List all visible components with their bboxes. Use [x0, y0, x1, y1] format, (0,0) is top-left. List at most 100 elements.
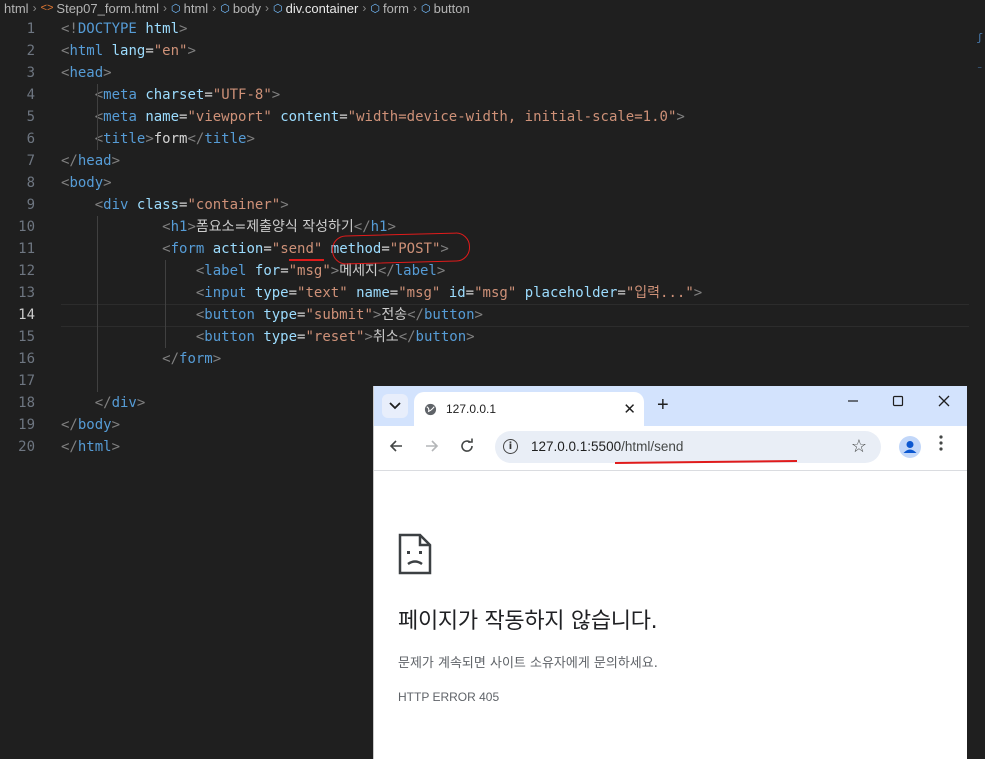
code-token: html: [77, 439, 112, 455]
browser-menu-button[interactable]: [939, 435, 943, 456]
browser-tab[interactable]: 127.0.0.1 ✕: [414, 392, 644, 426]
reload-button[interactable]: [459, 438, 475, 459]
line-number: 11: [18, 241, 35, 257]
code-token: "send": [271, 241, 323, 257]
code-line[interactable]: 1 <!DOCTYPE html>: [0, 18, 985, 40]
code-token: </: [353, 219, 371, 235]
code-token: html: [145, 21, 180, 37]
code-token: button: [415, 329, 467, 345]
code-token: >: [387, 219, 396, 235]
close-window-button[interactable]: [929, 394, 959, 411]
code-line[interactable]: 4 <meta charset="UTF-8">: [0, 84, 985, 106]
line-number: 15: [18, 329, 35, 345]
breadcrumb-item[interactable]: ⬡ button: [421, 1, 470, 16]
code-token: "입력...": [625, 285, 694, 301]
breadcrumb-item[interactable]: ⬡ form ›: [370, 1, 421, 16]
code-line[interactable]: 6 <title>form</title>: [0, 128, 985, 150]
code-line[interactable]: 14 <button type="submit">전송</button>: [0, 304, 985, 327]
line-number: 9: [26, 197, 35, 213]
code-token: "container": [187, 197, 281, 213]
breadcrumb-item[interactable]: ⬡ body ›: [220, 1, 273, 16]
chevron-right-icon: ›: [163, 1, 168, 15]
maximize-icon: [892, 395, 904, 407]
code-line[interactable]: 5 <meta name="viewport" content="width=d…: [0, 106, 985, 128]
code-token: type: [254, 285, 289, 301]
code-line[interactable]: 10 <h1>폼요소=제출양식 작성하기</h1>: [0, 216, 985, 238]
code-token: content: [280, 109, 340, 125]
code-token: >: [246, 131, 255, 147]
code-line[interactable]: 16 </form>: [0, 348, 985, 370]
code-token: 취소: [372, 329, 399, 345]
code-line[interactable]: 8 <body>: [0, 172, 985, 194]
code-token: <: [94, 197, 104, 213]
back-button[interactable]: [388, 438, 404, 459]
line-number: 19: [18, 417, 35, 433]
error-description: 문제가 계속되면 사이트 소유자에게 문의하세요.: [398, 656, 658, 671]
tab-close-button[interactable]: ✕: [623, 400, 636, 418]
maximize-button[interactable]: [883, 394, 913, 411]
code-token: <: [94, 87, 104, 103]
code-token: </: [377, 263, 395, 279]
code-token: </: [407, 307, 424, 323]
error-code: HTTP ERROR 405: [398, 690, 500, 704]
code-token: action: [212, 241, 264, 257]
code-token: "reset": [305, 329, 365, 345]
new-tab-button[interactable]: +: [657, 394, 669, 416]
code-token: type: [263, 329, 298, 345]
code-token: div: [111, 395, 137, 411]
profile-avatar-icon: [903, 441, 917, 453]
code-line[interactable]: 3 <head>: [0, 62, 985, 84]
code-token: DOCTYPE: [77, 21, 137, 37]
code-token: name: [145, 109, 180, 125]
breadcrumb-item[interactable]: ⬡ div.container ›: [273, 1, 370, 16]
code-token: <: [162, 241, 171, 257]
breadcrumb-item[interactable]: ⬡ html ›: [171, 1, 220, 16]
code-token: button: [204, 329, 255, 345]
code-token: <: [94, 109, 104, 125]
info-icon[interactable]: i: [503, 439, 518, 454]
html-file-icon: <>: [40, 2, 54, 14]
code-token: >: [111, 153, 121, 169]
code-line[interactable]: 9 <div class="container">: [0, 194, 985, 216]
code-line[interactable]: 12 <label for="msg">메세지</label>: [0, 260, 985, 282]
forward-button[interactable]: [424, 438, 440, 459]
code-token: form: [170, 241, 205, 257]
line-number: 2: [26, 43, 35, 59]
error-title: 페이지가 작동하지 않습니다.: [398, 609, 658, 634]
code-token: </: [162, 351, 180, 367]
address-bar[interactable]: i 127.0.0.1:5500/html/send ☆: [495, 431, 881, 463]
url-text[interactable]: 127.0.0.1:5500/html/send: [531, 439, 683, 454]
code-line[interactable]: 2 <html lang="en">: [0, 40, 985, 62]
code-token: "text": [297, 285, 348, 301]
code-line[interactable]: 15 <button type="reset">취소</button>: [0, 326, 985, 348]
bookmark-star-icon[interactable]: ☆: [851, 436, 867, 457]
code-token: =: [145, 43, 154, 59]
code-line[interactable]: 7 </head>: [0, 150, 985, 172]
code-token: "viewport": [187, 109, 272, 125]
tab-search-button[interactable]: [382, 394, 408, 418]
breadcrumb-item[interactable]: html ›: [4, 1, 41, 16]
line-number: 20: [18, 439, 35, 455]
code-text: </html>: [61, 436, 120, 458]
code-token: >: [187, 219, 196, 235]
globe-icon: [424, 403, 437, 416]
code-token: >: [103, 175, 112, 191]
breadcrumb-label: html: [183, 0, 209, 16]
code-token: >: [136, 395, 146, 411]
code-line[interactable]: 11 <form action="send" method="POST">: [0, 238, 985, 260]
code-token: >: [676, 109, 685, 125]
breadcrumb-item[interactable]: <> Step07_form.html ›: [41, 1, 171, 16]
profile-button[interactable]: [899, 436, 921, 458]
code-token: charset: [145, 87, 205, 103]
code-line[interactable]: 13 <input type="text" name="msg" id="msg…: [0, 282, 985, 304]
breadcrumb-label: html: [4, 0, 29, 16]
line-number: 13: [18, 285, 35, 301]
code-token: name: [356, 285, 390, 301]
minimize-button[interactable]: [838, 394, 868, 411]
code-token: </: [61, 153, 78, 169]
code-text: <input type="text" name="msg" id="msg" p…: [61, 282, 702, 304]
code-token: div: [103, 197, 129, 213]
